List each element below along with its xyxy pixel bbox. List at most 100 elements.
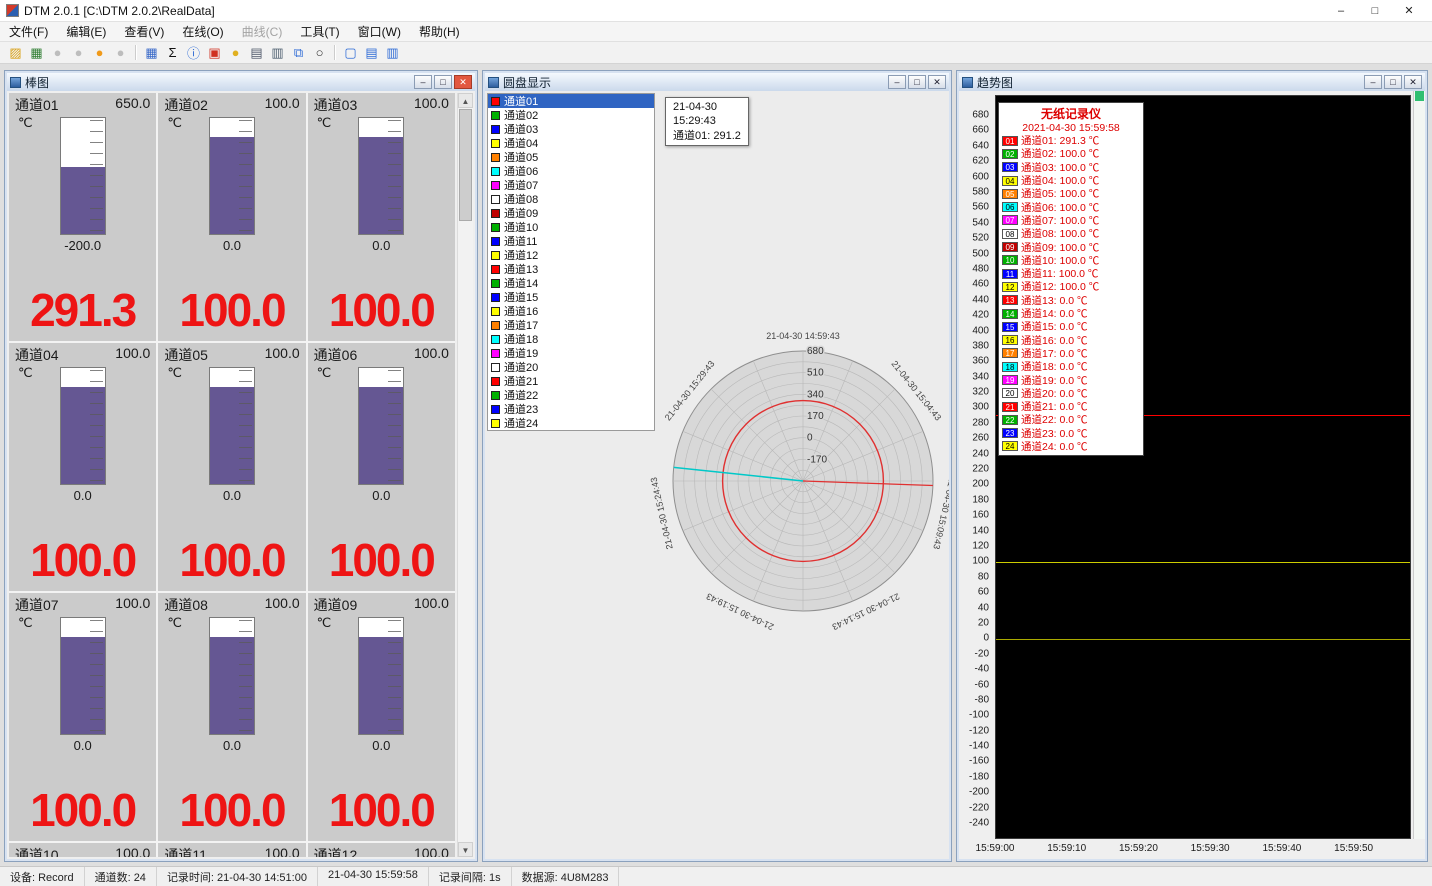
channel-list-item[interactable]: 通道08 xyxy=(488,192,654,206)
scroll-down-button[interactable]: ▼ xyxy=(458,842,473,857)
menu-item[interactable]: 工具(T) xyxy=(291,21,348,42)
dial-close-button[interactable]: ✕ xyxy=(928,75,946,89)
menu-item[interactable]: 文件(F) xyxy=(0,21,57,42)
bar-maximize-button[interactable]: □ xyxy=(434,75,452,89)
x-axis-tick: 15:59:00 xyxy=(976,843,1015,854)
window-icon xyxy=(962,77,973,88)
info-icon[interactable]: ⓘ xyxy=(183,43,204,62)
y-axis-tick: 260 xyxy=(972,433,989,444)
bar-minimize-button[interactable]: – xyxy=(414,75,432,89)
unit-label: ℃ xyxy=(317,115,332,131)
channel-list-item[interactable]: 通道12 xyxy=(488,248,654,262)
channel-list-item[interactable]: 通道09 xyxy=(488,206,654,220)
tile-vertical-icon[interactable]: ▥ xyxy=(382,43,403,62)
trend-x-axis: 15:59:0015:59:1015:59:2015:59:3015:59:40… xyxy=(995,841,1411,857)
channel-list-item[interactable]: 通道13 xyxy=(488,262,654,276)
minimize-button[interactable]: – xyxy=(1324,1,1358,21)
unit-label: ℃ xyxy=(18,615,33,631)
close-button[interactable]: ✕ xyxy=(1392,1,1426,21)
event-icon[interactable]: ● xyxy=(225,43,246,62)
channel-list-item[interactable]: 通道04 xyxy=(488,136,654,150)
zoom-icon[interactable]: ○ xyxy=(309,43,330,62)
channel-list-item[interactable]: 通道03 xyxy=(488,122,654,136)
alarm-icon[interactable]: ▣ xyxy=(204,43,225,62)
svg-text:510: 510 xyxy=(807,368,824,379)
channel-label: 通道10 xyxy=(15,845,59,857)
scroll-thumb[interactable] xyxy=(459,109,472,221)
channel-value: 100.0 xyxy=(308,283,455,337)
gauge-ticks xyxy=(90,620,103,732)
dial-minimize-button[interactable]: – xyxy=(888,75,906,89)
status-bar: 设备: Record 通道数: 24 记录时间: 21-04-30 14:51:… xyxy=(0,866,1432,886)
trend-close-button[interactable]: ✕ xyxy=(1404,75,1422,89)
open-folder-icon[interactable]: ▨ xyxy=(5,43,26,62)
maximize-button[interactable]: □ xyxy=(1358,1,1392,21)
separator[interactable] xyxy=(135,45,137,60)
status-segment: 记录间隔: 1s xyxy=(429,867,512,886)
bar-gauge xyxy=(209,617,255,735)
online-icon[interactable]: ● xyxy=(89,43,110,62)
stop-icon[interactable]: ● xyxy=(68,43,89,62)
dial-window-titlebar[interactable]: 圆盘显示 – □ ✕ xyxy=(485,73,949,91)
trend-scroll-thumb[interactable] xyxy=(1415,91,1424,101)
menu-item[interactable]: 在线(O) xyxy=(173,21,232,42)
scroll-up-button[interactable]: ▲ xyxy=(458,93,473,108)
trend-maximize-button[interactable]: □ xyxy=(1384,75,1402,89)
unit-label: ℃ xyxy=(167,365,182,381)
legend-row: 04 通道04: 100.0 ℃ xyxy=(999,174,1143,187)
channel-list-item[interactable]: 通道11 xyxy=(488,234,654,248)
statistics-icon[interactable]: Σ xyxy=(162,43,183,62)
svg-text:21-04-30 14:59:43: 21-04-30 14:59:43 xyxy=(766,331,840,341)
y-axis-tick: 480 xyxy=(972,263,989,274)
legend-channel-swatch: 23 xyxy=(1002,428,1018,438)
channel-value: 100.0 xyxy=(308,783,455,837)
window-title: DTM 2.0.1 [C:\DTM 2.0.2\RealData] xyxy=(24,4,215,18)
channel-list-item[interactable]: 通道02 xyxy=(488,108,654,122)
dial-display-window: 圆盘显示 – □ ✕ 通道01 通道02 xyxy=(482,70,952,862)
legend-channel-swatch: 22 xyxy=(1002,415,1018,425)
channel-list-item[interactable]: 通道01 xyxy=(488,94,654,108)
legend-row: 02 通道02: 100.0 ℃ xyxy=(999,147,1143,160)
legend-channel-swatch: 08 xyxy=(1002,229,1018,239)
copy-icon[interactable]: ⧉ xyxy=(288,43,309,62)
channel-list-item[interactable]: 通道07 xyxy=(488,178,654,192)
bar-close-button[interactable]: ✕ xyxy=(454,75,472,89)
data-table-icon[interactable]: ▦ xyxy=(141,43,162,62)
channel-color-swatch xyxy=(491,335,500,344)
offline-icon[interactable]: ● xyxy=(110,43,131,62)
legend-row: 05 通道05: 100.0 ℃ xyxy=(999,187,1143,200)
tile-horizontal-icon[interactable]: ▤ xyxy=(361,43,382,62)
channel-list-item[interactable]: 通道05 xyxy=(488,150,654,164)
trend-window-titlebar[interactable]: 趋势图 – □ ✕ xyxy=(959,73,1425,91)
menu-item[interactable]: 窗口(W) xyxy=(349,21,410,42)
dial-maximize-button[interactable]: □ xyxy=(908,75,926,89)
bar-window-titlebar[interactable]: 棒图 – □ ✕ xyxy=(7,73,475,91)
channel-list-item[interactable]: 通道06 xyxy=(488,164,654,178)
gauge-min-label: 0.0 xyxy=(158,238,305,253)
menu-item[interactable]: 查看(V) xyxy=(115,21,173,42)
record-icon[interactable]: ● xyxy=(47,43,68,62)
print-icon[interactable]: ▤ xyxy=(246,43,267,62)
menu-item[interactable]: 编辑(E) xyxy=(57,21,115,42)
channel-list-item[interactable]: 通道10 xyxy=(488,220,654,234)
legend-title: 无纸记录仪 xyxy=(999,103,1143,122)
gauge-min-label: 0.0 xyxy=(158,488,305,503)
print-preview-icon[interactable]: ▥ xyxy=(267,43,288,62)
menu-item[interactable]: 曲线(C) xyxy=(233,21,292,42)
gauge-min-label: 0.0 xyxy=(9,488,156,503)
trend-minimize-button[interactable]: – xyxy=(1364,75,1382,89)
menu-item[interactable]: 帮助(H) xyxy=(410,21,469,42)
bar-window-scrollbar[interactable]: ▲ ▼ xyxy=(457,93,473,857)
y-axis-tick: 640 xyxy=(972,140,989,151)
y-axis-tick: 220 xyxy=(972,464,989,475)
cascade-windows-icon[interactable]: ▢ xyxy=(340,43,361,62)
y-axis-tick: 460 xyxy=(972,279,989,290)
channel-label: 通道07 xyxy=(15,595,59,615)
gauge-max-label: 100.0 xyxy=(115,345,150,365)
y-axis-tick: 40 xyxy=(978,602,989,613)
svg-text:0: 0 xyxy=(807,433,813,444)
trend-scrollbar[interactable] xyxy=(1413,91,1425,839)
separator[interactable] xyxy=(334,45,336,60)
trend-window-title: 趋势图 xyxy=(977,74,1013,91)
save-data-icon[interactable]: ▦ xyxy=(26,43,47,62)
